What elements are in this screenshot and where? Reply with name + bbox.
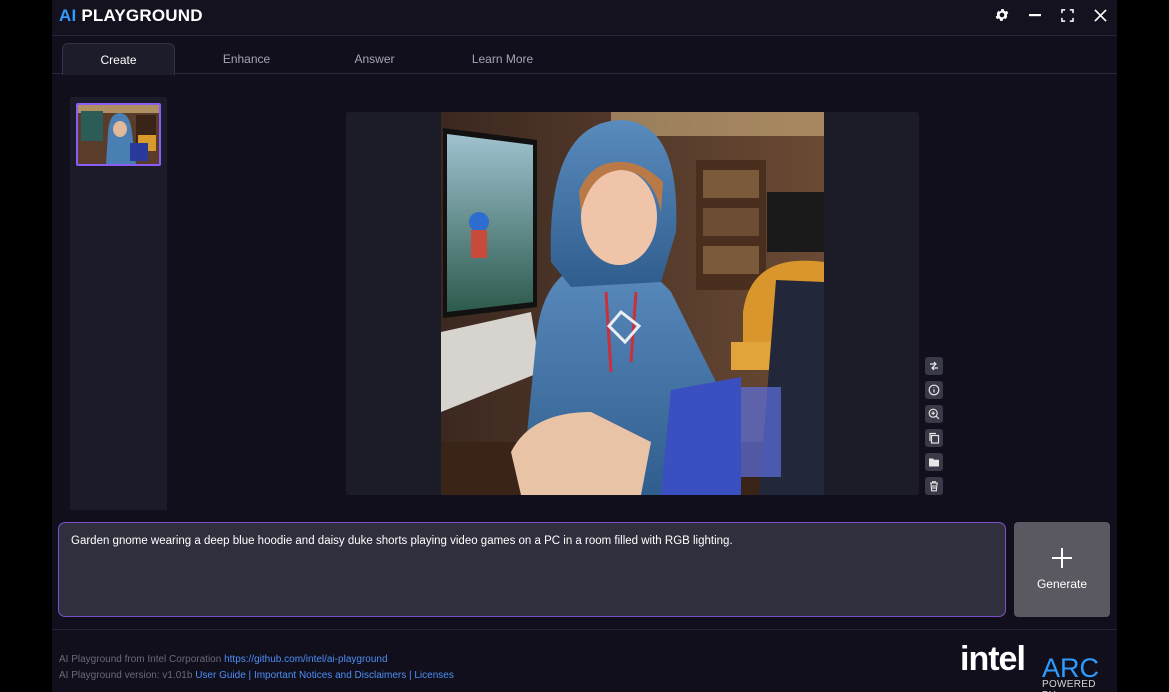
info-button[interactable] (925, 381, 943, 399)
open-folder-button[interactable] (925, 453, 943, 471)
intel-arc-logo: intel ARC POWERED BY (960, 638, 1112, 692)
intel-wordmark: intel (960, 640, 1026, 678)
image-toolbar (925, 357, 943, 501)
user-guide-link[interactable]: User Guide (195, 670, 246, 681)
settings-button[interactable] (985, 0, 1018, 30)
footer-line-1: AI Playground from Intel Corporation htt… (59, 654, 388, 665)
close-button[interactable] (1084, 0, 1117, 30)
minimize-icon (1028, 14, 1041, 17)
history-sidebar (70, 97, 167, 510)
info-icon (928, 384, 940, 396)
close-icon (1094, 8, 1107, 22)
title-bar: AI PLAYGROUND (52, 0, 1117, 36)
generate-button[interactable]: Generate (1014, 522, 1110, 617)
app-window: AI PLAYGROUND Create Enhance Answer Lear… (52, 0, 1117, 692)
generated-image[interactable] (441, 112, 824, 495)
github-link[interactable]: https://github.com/intel/ai-playground (224, 654, 387, 665)
history-thumbnail[interactable] (76, 103, 161, 166)
gear-icon (995, 9, 1008, 21)
plus-icon (1052, 548, 1072, 568)
prompt-input[interactable]: Garden gnome wearing a deep blue hoodie … (58, 522, 1006, 617)
version-text: AI Playground version: v1.01b (59, 670, 196, 681)
footer-line-2: AI Playground version: v1.01b User Guide… (59, 670, 454, 681)
window-controls (985, 0, 1117, 30)
logo-playground: PLAYGROUND (81, 6, 203, 25)
separator: | (245, 670, 254, 681)
logo-ai: AI (59, 6, 77, 25)
tab-answer[interactable]: Answer (318, 43, 431, 74)
footer: AI Playground from Intel Corporation htt… (52, 629, 1117, 692)
zoom-in-button[interactable] (925, 405, 943, 423)
generate-label: Generate (1036, 577, 1088, 591)
copy-icon (929, 432, 940, 444)
folder-icon (929, 458, 939, 467)
licenses-link[interactable]: Licenses (414, 670, 453, 681)
compare-button[interactable] (925, 357, 943, 375)
generated-image-art (441, 112, 824, 495)
maximize-icon (1061, 8, 1074, 22)
image-preview (346, 112, 919, 495)
maximize-button[interactable] (1051, 0, 1084, 30)
trash-icon (930, 481, 938, 492)
footer-credit: AI Playground from Intel Corporation (59, 654, 225, 665)
tab-learn-more[interactable]: Learn More (446, 43, 559, 74)
powered-by-text: POWERED BY (1042, 679, 1096, 692)
thumbnail-image (78, 105, 159, 164)
tab-enhance[interactable]: Enhance (190, 43, 303, 74)
notices-link[interactable]: Important Notices and Disclaimers (254, 670, 406, 681)
minimize-button[interactable] (1018, 0, 1051, 30)
app-logo: AI PLAYGROUND (59, 6, 203, 26)
tab-create[interactable]: Create (62, 43, 175, 75)
delete-button[interactable] (925, 477, 943, 495)
tab-bar: Create Enhance Answer Learn More (52, 37, 1117, 75)
copy-button[interactable] (925, 429, 943, 447)
zoom-in-icon (928, 408, 940, 420)
compare-icon (930, 361, 938, 371)
